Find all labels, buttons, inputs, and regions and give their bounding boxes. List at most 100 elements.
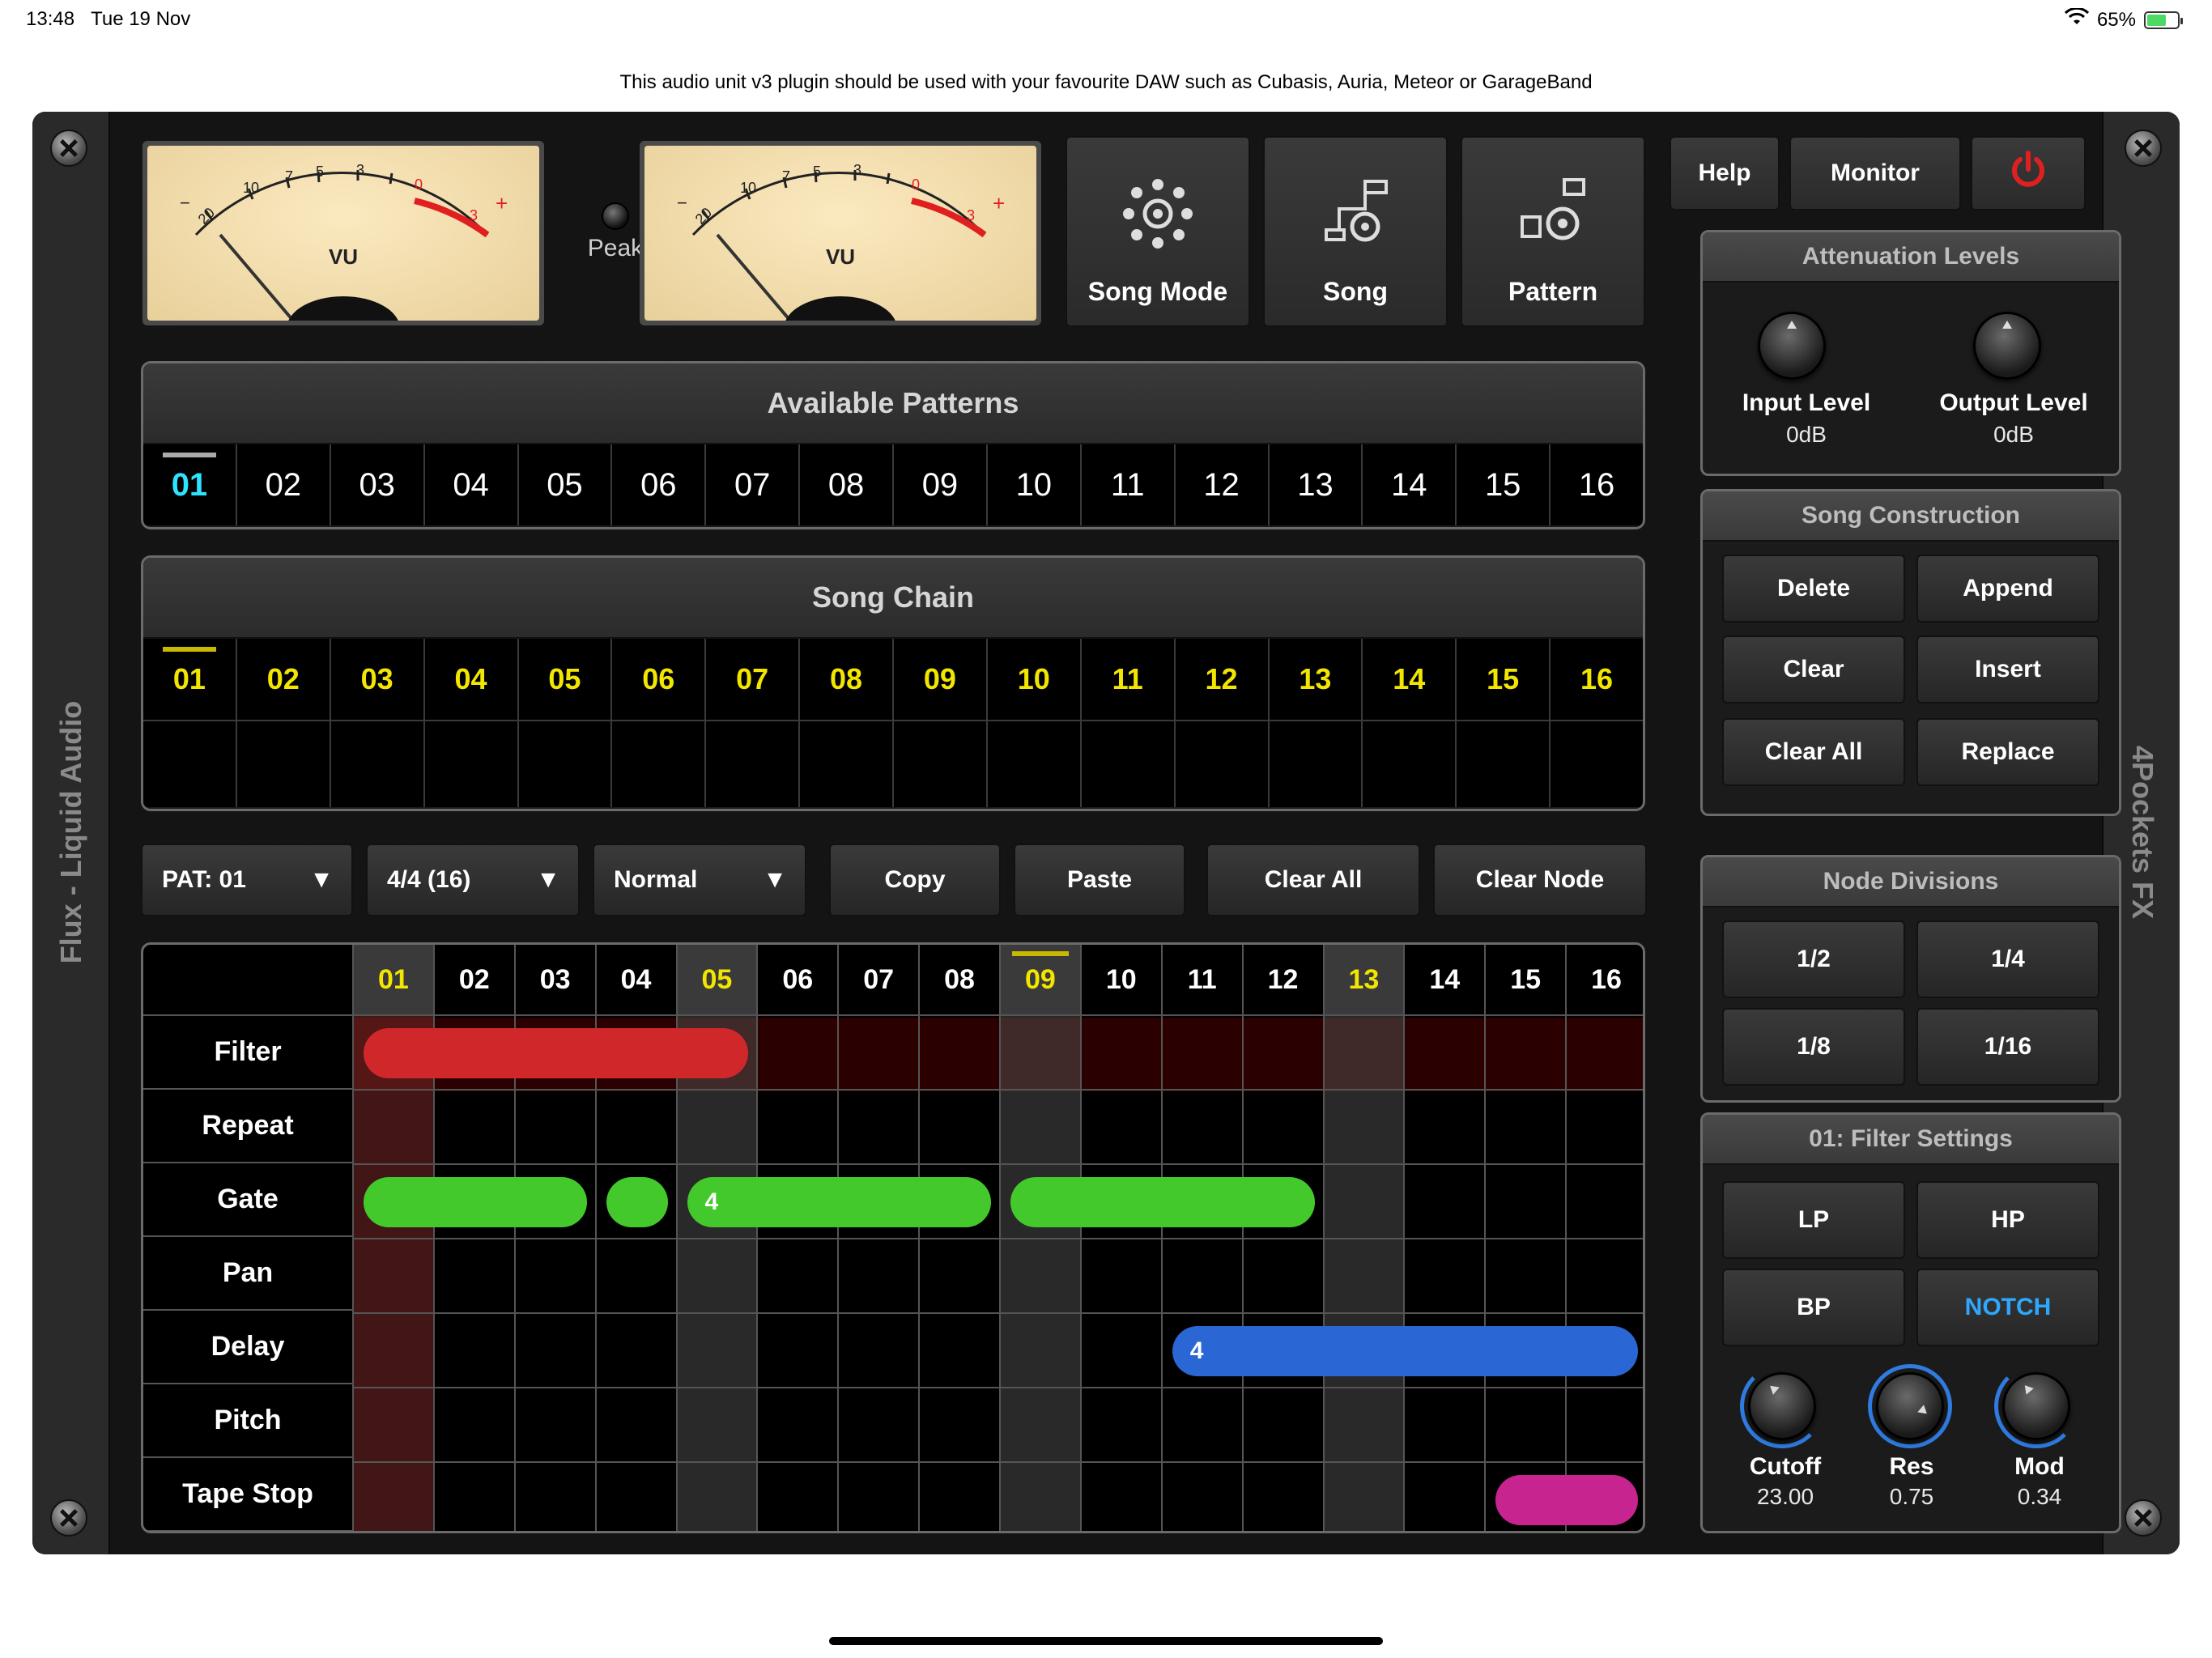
chain-empty-slot[interactable] (1176, 721, 1270, 807)
paste-button[interactable]: Paste (1014, 844, 1185, 916)
pattern-slot-05[interactable]: 05 (519, 444, 613, 525)
chain-slot-07[interactable]: 07 (706, 639, 801, 720)
column-header-09[interactable]: 09 (1001, 945, 1082, 1016)
grid-column[interactable] (1324, 1016, 1406, 1531)
chain-slot-11[interactable]: 11 (1082, 639, 1176, 720)
grid-column[interactable] (1001, 1016, 1082, 1531)
chain-slot-05[interactable]: 05 (519, 639, 613, 720)
division-eighth-button[interactable]: 1/8 (1722, 1008, 1905, 1086)
pattern-slot-02[interactable]: 02 (237, 444, 331, 525)
node-gate[interactable] (364, 1177, 587, 1227)
grid-column[interactable] (1163, 1016, 1244, 1531)
column-header-11[interactable]: 11 (1162, 945, 1244, 1016)
column-header-01[interactable]: 01 (354, 945, 435, 1016)
mode-select[interactable]: Normal ▼ (593, 844, 806, 916)
replace-button[interactable]: Replace (1916, 718, 2099, 786)
clear-all-song-button[interactable]: Clear All (1722, 718, 1905, 786)
pattern-slot-12[interactable]: 12 (1176, 444, 1270, 525)
pattern-slot-09[interactable]: 09 (894, 444, 988, 525)
column-header-06[interactable]: 06 (758, 945, 840, 1016)
column-header-07[interactable]: 07 (839, 945, 921, 1016)
pattern-slot-15[interactable]: 15 (1457, 444, 1551, 525)
grid-column[interactable] (1405, 1016, 1487, 1531)
column-header-13[interactable]: 13 (1324, 945, 1406, 1016)
chain-empty-slot[interactable] (988, 721, 1082, 807)
chain-empty-slot[interactable] (331, 721, 425, 807)
song-mode-button[interactable]: Song Mode (1066, 136, 1250, 327)
pattern-slot-06[interactable]: 06 (612, 444, 707, 525)
chain-slot-16[interactable]: 16 (1551, 639, 1643, 720)
pattern-slot-04[interactable]: 04 (425, 444, 519, 525)
column-header-04[interactable]: 04 (596, 945, 678, 1016)
grid-column[interactable] (516, 1016, 597, 1531)
clear-button[interactable]: Clear (1722, 636, 1905, 704)
chain-slot-12[interactable]: 12 (1176, 639, 1270, 720)
column-header-02[interactable]: 02 (434, 945, 516, 1016)
pattern-slot-13[interactable]: 13 (1270, 444, 1363, 525)
pattern-slot-08[interactable]: 08 (800, 444, 894, 525)
filter-lp-button[interactable]: LP (1722, 1181, 1905, 1259)
grid-column[interactable] (758, 1016, 840, 1531)
node-gate[interactable]: 4 (687, 1177, 991, 1227)
input-level-knob[interactable] (1758, 312, 1826, 380)
column-header-05[interactable]: 05 (677, 945, 759, 1016)
pattern-slot-14[interactable]: 14 (1363, 444, 1457, 525)
chain-slot-15[interactable]: 15 (1457, 639, 1551, 720)
mod-knob[interactable] (2002, 1372, 2070, 1440)
chain-empty-slot[interactable] (1551, 721, 1643, 807)
grid-column[interactable] (1567, 1016, 1643, 1531)
chain-slot-06[interactable]: 06 (612, 639, 707, 720)
pattern-slot-03[interactable]: 03 (331, 444, 425, 525)
res-knob[interactable] (1876, 1372, 1944, 1440)
time-signature-select[interactable]: 4/4 (16) ▼ (366, 844, 580, 916)
column-header-12[interactable]: 12 (1243, 945, 1325, 1016)
node-tape-stop[interactable] (1495, 1475, 1638, 1525)
cutoff-knob[interactable] (1748, 1372, 1816, 1440)
pattern-slot-16[interactable]: 16 (1551, 444, 1643, 525)
chain-slot-10[interactable]: 10 (988, 639, 1082, 720)
column-header-16[interactable]: 16 (1567, 945, 1643, 1016)
chain-empty-slot[interactable] (1363, 721, 1457, 807)
chain-slot-03[interactable]: 03 (331, 639, 425, 720)
grid-column[interactable] (920, 1016, 1001, 1531)
division-sixteenth-button[interactable]: 1/16 (1916, 1008, 2099, 1086)
column-header-03[interactable]: 03 (515, 945, 597, 1016)
grid-column[interactable] (839, 1016, 921, 1531)
chain-slot-01[interactable]: 01 (143, 639, 237, 720)
chain-slot-02[interactable]: 02 (237, 639, 331, 720)
pattern-slot-01[interactable]: 01 (143, 444, 237, 525)
monitor-button[interactable]: Monitor (1789, 136, 1961, 210)
filter-hp-button[interactable]: HP (1916, 1181, 2099, 1259)
grid-column[interactable] (1082, 1016, 1163, 1531)
chain-empty-slot[interactable] (1270, 721, 1363, 807)
filter-bp-button[interactable]: BP (1722, 1269, 1905, 1346)
chain-empty-slot[interactable] (800, 721, 894, 807)
division-quarter-button[interactable]: 1/4 (1916, 920, 2099, 998)
division-half-button[interactable]: 1/2 (1722, 920, 1905, 998)
chain-slot-08[interactable]: 08 (800, 639, 894, 720)
chain-empty-slot[interactable] (425, 721, 519, 807)
help-button[interactable]: Help (1670, 136, 1780, 210)
chain-empty-slot[interactable] (612, 721, 707, 807)
chain-empty-slot[interactable] (706, 721, 801, 807)
column-header-10[interactable]: 10 (1081, 945, 1163, 1016)
pattern-select[interactable]: PAT: 01 ▼ (141, 844, 353, 916)
chain-empty-slot[interactable] (1457, 721, 1551, 807)
chain-slot-13[interactable]: 13 (1270, 639, 1363, 720)
grid-columns[interactable]: 01 02 03 04 05 06 07 08 09 10 11 12 13 14 15 16 4 4 (354, 945, 1643, 1531)
grid-column[interactable] (677, 1016, 759, 1531)
pattern-button[interactable]: Pattern (1461, 136, 1645, 327)
chain-empty-slot[interactable] (1082, 721, 1176, 807)
delete-button[interactable]: Delete (1722, 555, 1905, 623)
grid-column[interactable] (435, 1016, 516, 1531)
filter-notch-button[interactable]: NOTCH (1916, 1269, 2099, 1346)
insert-button[interactable]: Insert (1916, 636, 2099, 704)
output-level-knob[interactable] (1973, 312, 2041, 380)
chain-slot-09[interactable]: 09 (894, 639, 988, 720)
chain-slot-14[interactable]: 14 (1363, 639, 1457, 720)
node-gate[interactable] (1010, 1177, 1315, 1227)
grid-column[interactable] (354, 1016, 435, 1531)
chain-empty-slot[interactable] (894, 721, 988, 807)
chain-empty-slot[interactable] (519, 721, 613, 807)
chain-slot-04[interactable]: 04 (425, 639, 519, 720)
